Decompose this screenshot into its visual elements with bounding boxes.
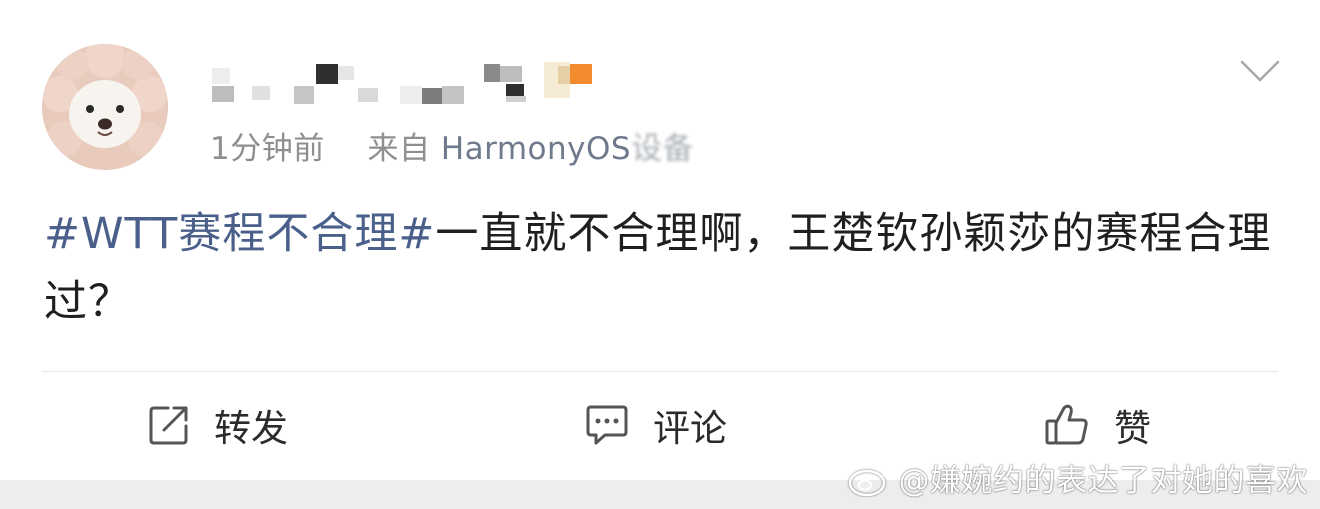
comment-label: 评论 — [653, 407, 727, 450]
topic-link[interactable]: #WTT赛程不合理# — [44, 209, 435, 259]
repost-icon — [149, 406, 188, 445]
username-masked[interactable] — [208, 60, 608, 106]
like-label: 赞 — [1114, 407, 1151, 450]
watermark-text: @嫌婉约的表达了对她的喜欢 — [898, 463, 1308, 499]
repost-label: 转发 — [214, 407, 288, 450]
comment-icon — [586, 405, 628, 445]
post-source-prefix: 来自 — [367, 131, 431, 167]
post-content: #WTT赛程不合理#一直就不合理啊，王楚钦孙颖莎的赛程合理过？ — [44, 200, 1279, 336]
repost-button[interactable]: 转发 — [148, 400, 288, 450]
post-time: 1分钟前 — [210, 131, 325, 167]
thumbs-up-icon — [1045, 404, 1088, 445]
comment-button[interactable]: 评论 — [585, 400, 727, 450]
like-button[interactable]: 赞 — [1044, 400, 1151, 450]
weibo-logo-icon — [848, 463, 890, 496]
watermark: @嫌婉约的表达了对她的喜欢 — [847, 455, 1309, 500]
avatar[interactable] — [42, 44, 168, 170]
post-menu-button[interactable] — [1240, 58, 1280, 84]
weibo-post-card: 1分钟前 来自 HarmonyOS设备 #WTT赛程不合理#一直就不合理啊，王楚… — [0, 0, 1320, 480]
post-meta: 1分钟前 来自 HarmonyOS设备 — [210, 123, 694, 168]
post-source-device-blurred: 设备 — [631, 131, 695, 167]
chevron-down-icon — [1240, 60, 1280, 82]
post-source-device[interactable]: HarmonyOS — [441, 131, 631, 167]
username-mosaic — [212, 62, 592, 104]
